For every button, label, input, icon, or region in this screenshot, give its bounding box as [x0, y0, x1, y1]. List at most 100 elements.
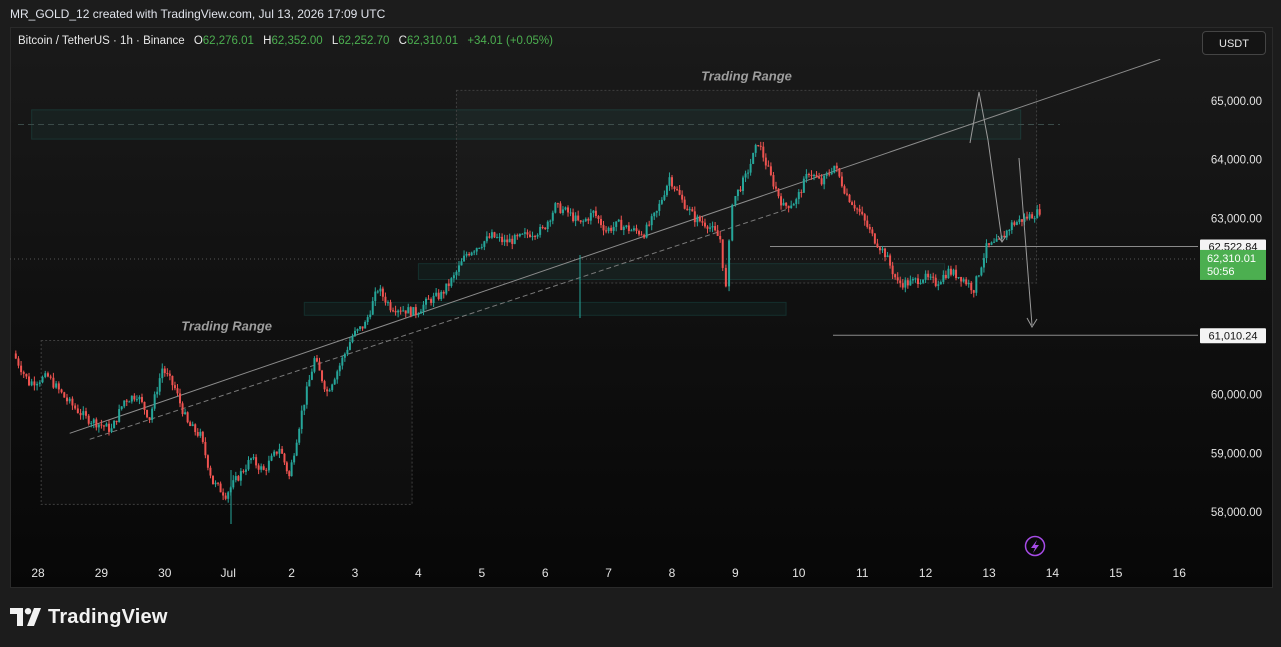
candle-down[interactable] — [853, 204, 856, 209]
candle-down[interactable] — [384, 296, 387, 303]
candle-down[interactable] — [693, 211, 696, 223]
candle-up[interactable] — [977, 275, 980, 277]
candle-down[interactable] — [643, 234, 646, 238]
candle-down[interactable] — [820, 178, 823, 185]
candle-down[interactable] — [579, 220, 582, 222]
candle-up[interactable] — [55, 383, 58, 388]
candle-up[interactable] — [957, 277, 960, 279]
candle-up[interactable] — [584, 218, 587, 222]
candle-down[interactable] — [965, 279, 968, 285]
candle-down[interactable] — [851, 202, 854, 205]
candle-down[interactable] — [163, 368, 166, 374]
candle-up[interactable] — [914, 278, 917, 280]
candle-up[interactable] — [508, 238, 511, 243]
candle-up[interactable] — [290, 462, 293, 477]
candle-up[interactable] — [967, 282, 970, 285]
candle-down[interactable] — [602, 225, 605, 231]
candle-down[interactable] — [906, 280, 909, 286]
candle-up[interactable] — [419, 311, 422, 314]
candle-up[interactable] — [379, 288, 382, 292]
candle-up[interactable] — [1028, 214, 1031, 219]
candle-down[interactable] — [871, 229, 874, 234]
candle-down[interactable] — [703, 222, 706, 227]
candle-up[interactable] — [328, 390, 331, 392]
candle-up[interactable] — [407, 307, 410, 314]
candle-up[interactable] — [450, 278, 453, 286]
candle-up[interactable] — [30, 381, 33, 386]
candle-up[interactable] — [795, 199, 798, 204]
candle-up[interactable] — [110, 428, 113, 432]
candle-down[interactable] — [133, 395, 136, 400]
candle-down[interactable] — [701, 221, 704, 223]
candle-up[interactable] — [531, 235, 534, 237]
candle-down[interactable] — [323, 381, 326, 390]
candle-up[interactable] — [333, 379, 336, 385]
candle-up[interactable] — [298, 428, 301, 443]
candle-down[interactable] — [873, 233, 876, 244]
candle-down[interactable] — [181, 403, 184, 415]
candle-down[interactable] — [861, 211, 864, 215]
candle-up[interactable] — [660, 199, 663, 204]
candle-down[interactable] — [769, 166, 772, 176]
candle-up[interactable] — [645, 224, 648, 238]
candle-down[interactable] — [409, 307, 412, 316]
candle-down[interactable] — [222, 492, 225, 496]
candle-up[interactable] — [924, 273, 927, 280]
candle-down[interactable] — [787, 205, 790, 209]
candle-down[interactable] — [146, 409, 149, 418]
candle-down[interactable] — [739, 189, 742, 191]
candle-up[interactable] — [386, 302, 389, 304]
candle-down[interactable] — [488, 236, 491, 238]
candle-up[interactable] — [790, 205, 793, 209]
candle-up[interactable] — [823, 175, 826, 185]
candle-up[interactable] — [120, 406, 123, 410]
candle-up[interactable] — [1010, 222, 1013, 230]
candle-up[interactable] — [747, 172, 750, 174]
candle-down[interactable] — [594, 210, 597, 217]
candle-down[interactable] — [493, 232, 496, 238]
candle-up[interactable] — [184, 412, 187, 415]
candle-up[interactable] — [348, 342, 351, 350]
candle-up[interactable] — [617, 219, 620, 222]
candle-up[interactable] — [904, 280, 907, 288]
candle-up[interactable] — [749, 163, 752, 173]
candle-up[interactable] — [985, 243, 988, 259]
candle-down[interactable] — [204, 441, 207, 456]
candle-down[interactable] — [678, 189, 681, 195]
candle-up[interactable] — [417, 313, 420, 315]
candle-down[interactable] — [899, 280, 902, 284]
candle-down[interactable] — [1038, 209, 1041, 215]
candle-down[interactable] — [20, 365, 23, 373]
candle-down[interactable] — [605, 230, 608, 232]
candle-up[interactable] — [498, 236, 501, 238]
candle-up[interactable] — [911, 278, 914, 281]
candle-up[interactable] — [881, 248, 884, 251]
candle-up[interactable] — [234, 476, 237, 481]
candle-down[interactable] — [721, 239, 724, 268]
candle-up[interactable] — [813, 174, 816, 177]
candle-down[interactable] — [683, 199, 686, 209]
candle-up[interactable] — [336, 371, 339, 380]
candle-up[interactable] — [546, 221, 549, 230]
candle-up[interactable] — [308, 379, 311, 387]
candle-down[interactable] — [442, 291, 445, 294]
candle-up[interactable] — [736, 189, 739, 197]
candle-down[interactable] — [810, 174, 813, 177]
candle-up[interactable] — [153, 394, 156, 409]
candle-down[interactable] — [780, 196, 783, 206]
candle-up[interactable] — [199, 431, 202, 436]
candle-down[interactable] — [889, 255, 892, 266]
candle-down[interactable] — [60, 389, 63, 393]
candle-up[interactable] — [232, 480, 235, 488]
candle-down[interactable] — [949, 268, 952, 275]
candle-down[interactable] — [17, 358, 20, 366]
candle-up[interactable] — [359, 326, 362, 330]
candle-down[interactable] — [74, 405, 77, 409]
candle-up[interactable] — [68, 398, 71, 402]
candle-down[interactable] — [255, 457, 258, 466]
candle-down[interactable] — [430, 299, 433, 303]
candle-up[interactable] — [191, 424, 194, 427]
candle-down[interactable] — [724, 267, 727, 287]
candle-up[interactable] — [962, 279, 965, 282]
candle-down[interactable] — [194, 424, 197, 433]
